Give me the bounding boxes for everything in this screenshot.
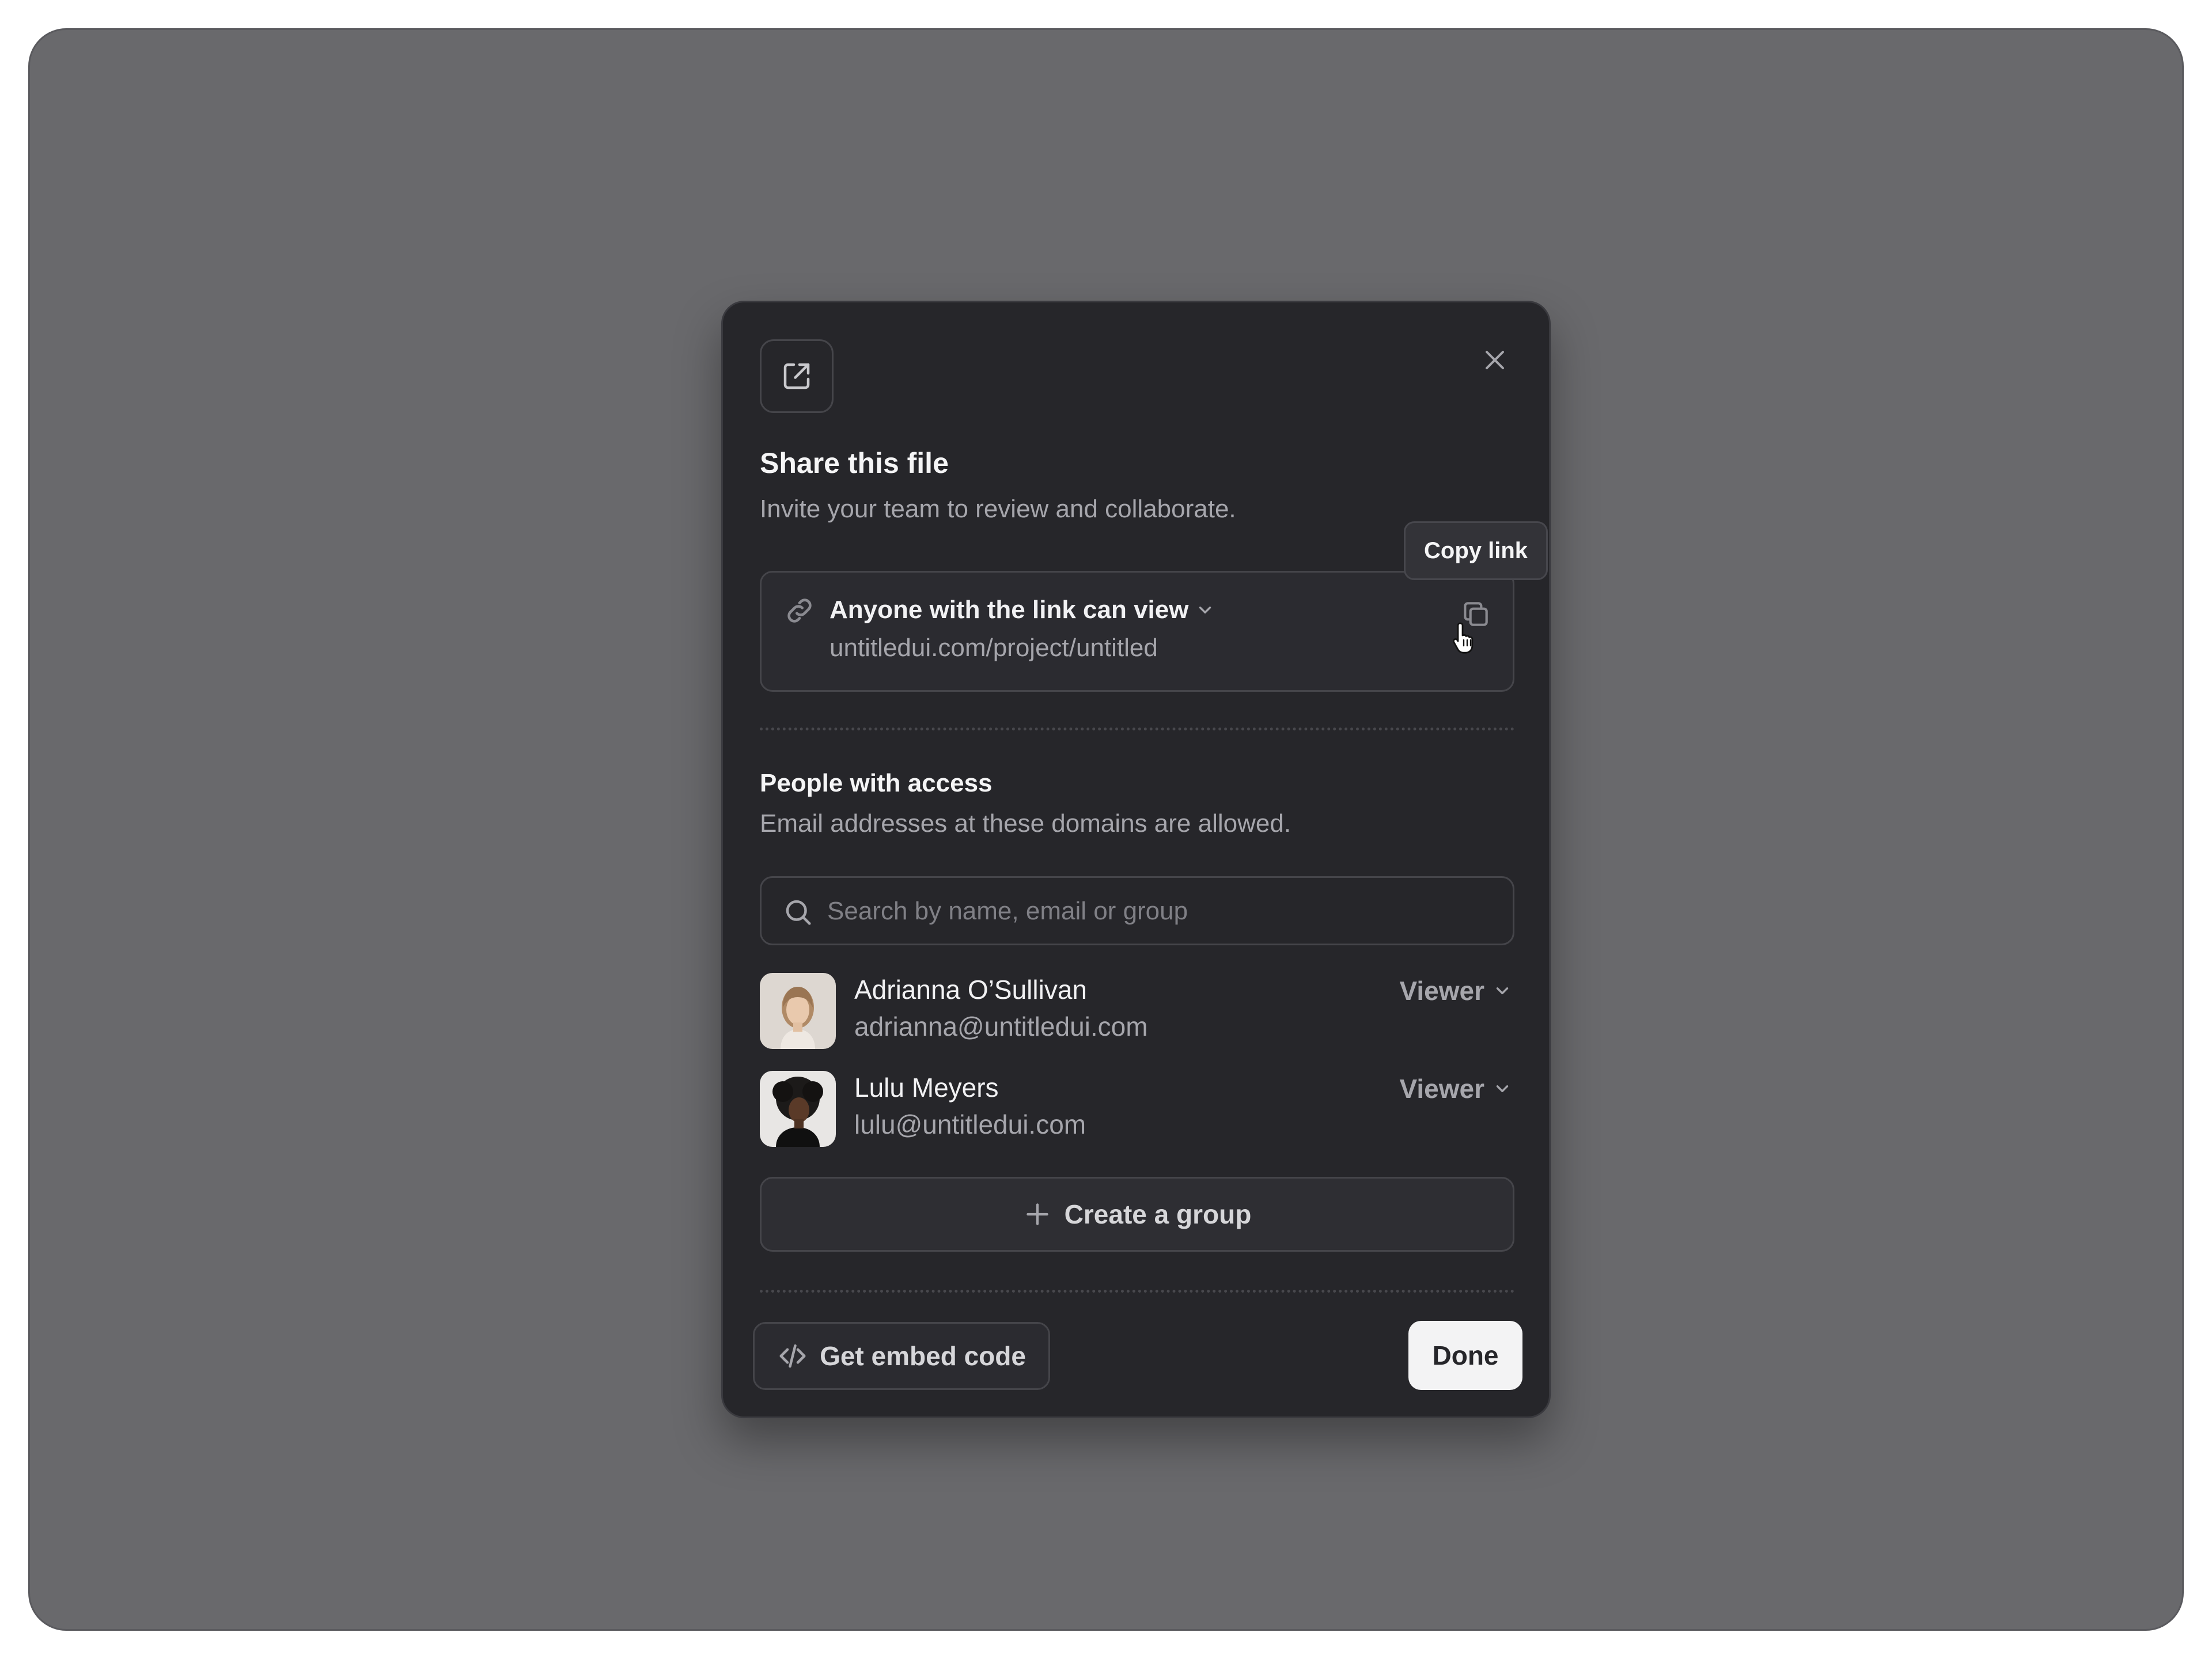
chevron-down-icon <box>1199 607 1211 613</box>
chevron-down-icon <box>1496 987 1509 994</box>
person-name: Adrianna O’Sullivan <box>854 975 1088 1005</box>
people-search-field[interactable] <box>760 876 1514 945</box>
people-section-subtitle: Email addresses at these domains are all… <box>760 809 1291 838</box>
share-link-url: untitledui.com/project/untitled <box>830 634 1158 662</box>
close-button[interactable] <box>1472 337 1518 383</box>
person-name: Lulu Meyers <box>854 1073 999 1103</box>
person-email: adrianna@untitledui.com <box>854 1012 1148 1041</box>
code-icon <box>779 1344 806 1368</box>
close-icon <box>1486 351 1504 369</box>
search-icon <box>786 900 811 925</box>
person-row: Adrianna O’Sullivan adrianna@untitledui.… <box>760 973 1514 1054</box>
role-dropdown[interactable]: Viewer <box>1400 975 1512 1006</box>
pointer-cursor-icon <box>1452 622 1474 654</box>
role-dropdown[interactable]: Viewer <box>1400 1073 1512 1104</box>
share-link-box: Anyone with the link can view untitledui… <box>760 571 1514 692</box>
people-search-input[interactable] <box>826 878 1491 945</box>
role-label: Viewer <box>1399 1074 1484 1104</box>
person-row: Lulu Meyers lulu@untitledui.com Viewer <box>760 1071 1514 1152</box>
plus-icon <box>1026 1203 1048 1225</box>
people-section-title: People with access <box>760 769 993 797</box>
screen-backdrop: Share this file Invite your team to revi… <box>28 28 2184 1631</box>
avatar <box>760 973 836 1049</box>
done-button[interactable]: Done <box>1408 1321 1522 1390</box>
link-access-label: Anyone with the link can view <box>830 596 1189 624</box>
get-embed-code-button[interactable]: Get embed code <box>753 1322 1050 1390</box>
person-email: lulu@untitledui.com <box>854 1109 1086 1139</box>
avatar <box>760 1071 836 1147</box>
divider <box>760 728 1514 730</box>
share-dialog: Share this file Invite your team to revi… <box>721 301 1551 1418</box>
link-access-dropdown[interactable]: Anyone with the link can view <box>830 596 1215 624</box>
dialog-subtitle: Invite your team to review and collabora… <box>760 495 1236 523</box>
role-label: Viewer <box>1399 976 1484 1006</box>
divider <box>760 1290 1514 1293</box>
copy-link-tooltip: Copy link <box>1404 521 1548 580</box>
link-icon <box>783 594 816 630</box>
embed-label: Get embed code <box>820 1341 1026 1371</box>
create-group-button[interactable]: Create a group <box>760 1177 1514 1252</box>
chevron-down-icon <box>1496 1085 1509 1092</box>
share-external-icon <box>760 339 834 413</box>
dialog-title: Share this file <box>760 447 949 479</box>
create-group-label: Create a group <box>1064 1199 1252 1229</box>
